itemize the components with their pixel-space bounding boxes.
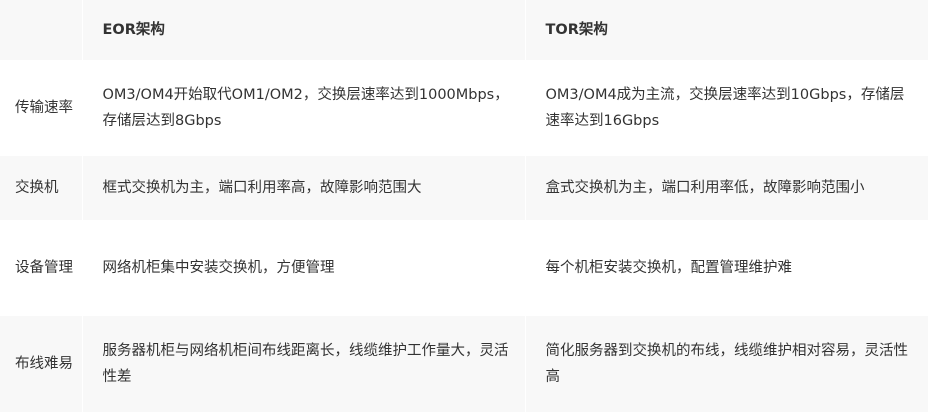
row-label-cabling-difficulty: 布线难易 <box>0 316 83 412</box>
tor-cell-cabling-difficulty: 简化服务器到交换机的布线，线缆维护相对容易，灵活性高 <box>525 316 928 412</box>
table-header: EOR架构 TOR架构 <box>0 0 928 60</box>
eor-cell-switch: 框式交换机为主，端口利用率高，故障影响范围大 <box>82 156 526 220</box>
header-eor: EOR架构 <box>82 0 526 60</box>
header-row: EOR架构 TOR架构 <box>0 0 928 60</box>
row-label-switch: 交换机 <box>0 156 83 220</box>
eor-cell-device-management: 网络机柜集中安装交换机，方便管理 <box>82 220 526 316</box>
row-label-transmission-rate: 传输速率 <box>0 60 83 156</box>
eor-cell-cabling-difficulty: 服务器机柜与网络机柜间布线距离长，线缆维护工作量大，灵活性差 <box>82 316 526 412</box>
table-row: 传输速率 OM3/OM4开始取代OM1/OM2，交换层速率达到1000Mbps，… <box>0 60 928 156</box>
table-body: 传输速率 OM3/OM4开始取代OM1/OM2，交换层速率达到1000Mbps，… <box>0 60 928 412</box>
table-row: 设备管理 网络机柜集中安装交换机，方便管理 每个机柜安装交换机，配置管理维护难 <box>0 220 928 316</box>
comparison-table: EOR架构 TOR架构 传输速率 OM3/OM4开始取代OM1/OM2，交换层速… <box>0 0 928 412</box>
header-corner-cell <box>0 0 83 60</box>
row-label-device-management: 设备管理 <box>0 220 83 316</box>
tor-cell-device-management: 每个机柜安装交换机，配置管理维护难 <box>525 220 928 316</box>
table-row: 交换机 框式交换机为主，端口利用率高，故障影响范围大 盒式交换机为主，端口利用率… <box>0 156 928 220</box>
table-row: 布线难易 服务器机柜与网络机柜间布线距离长，线缆维护工作量大，灵活性差 简化服务… <box>0 316 928 412</box>
tor-cell-switch: 盒式交换机为主，端口利用率低，故障影响范围小 <box>525 156 928 220</box>
tor-cell-transmission-rate: OM3/OM4成为主流，交换层速率达到10Gbps，存储层速率达到16Gbps <box>525 60 928 156</box>
header-tor: TOR架构 <box>525 0 928 60</box>
eor-cell-transmission-rate: OM3/OM4开始取代OM1/OM2，交换层速率达到1000Mbps，存储层达到… <box>82 60 526 156</box>
